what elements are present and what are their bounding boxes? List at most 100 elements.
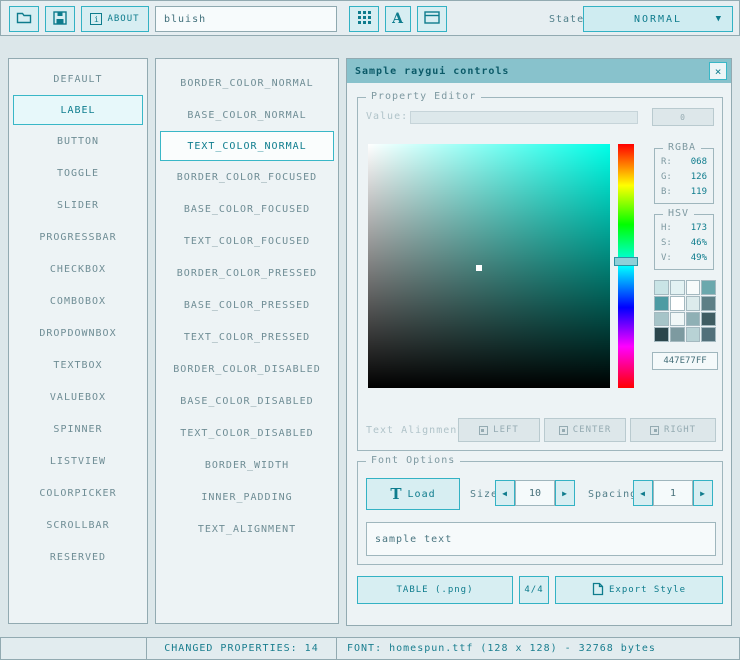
palette-swatch[interactable] xyxy=(670,327,685,342)
palette-swatch[interactable] xyxy=(701,296,716,311)
rgba-row-g: G: 126 xyxy=(655,170,713,185)
export-style-button[interactable]: Export Style xyxy=(555,576,723,604)
control-item-checkbox[interactable]: CHECKBOX xyxy=(9,253,147,285)
hsv-row-h: H: 173 xyxy=(655,221,713,236)
palette-swatch[interactable] xyxy=(686,280,701,295)
style-table-view-button[interactable] xyxy=(349,6,379,32)
palette-swatch[interactable] xyxy=(654,296,669,311)
state-dropdown[interactable]: NORMAL ▼ xyxy=(583,6,733,32)
align-right-icon xyxy=(650,426,659,435)
grid-icon xyxy=(358,11,371,27)
hsv-v-value: 49% xyxy=(691,251,707,266)
hsv-h-label: H: xyxy=(661,221,672,236)
control-item-dropdownbox[interactable]: DROPDOWNBOX xyxy=(9,317,147,349)
page-indicator-button[interactable]: 4/4 xyxy=(519,576,549,604)
hsv-s-value: 46% xyxy=(691,236,707,251)
page-indicator-label: 4/4 xyxy=(524,585,543,595)
property-item[interactable]: INNER_PADDING xyxy=(156,481,338,513)
hex-value-box[interactable]: 447E77FF xyxy=(652,352,718,370)
color-picker-panel[interactable] xyxy=(368,144,610,388)
window-titlebar[interactable]: Sample raygui controls xyxy=(347,59,731,83)
property-item[interactable]: BASE_COLOR_DISABLED xyxy=(156,385,338,417)
export-table-png-button[interactable]: TABLE (.png) xyxy=(357,576,513,604)
palette-swatch[interactable] xyxy=(686,312,701,327)
open-file-button[interactable] xyxy=(9,6,39,32)
property-item[interactable]: BASE_COLOR_PRESSED xyxy=(156,289,338,321)
control-item-valuebox[interactable]: VALUEBOX xyxy=(9,381,147,413)
hsv-row-v: V: 49% xyxy=(655,251,713,266)
align-center-button[interactable]: CENTER xyxy=(544,418,626,442)
value-slider[interactable] xyxy=(410,111,638,124)
palette-swatch[interactable] xyxy=(701,280,716,295)
palette-swatch[interactable] xyxy=(670,296,685,311)
font-spacing-value[interactable]: 1 xyxy=(653,480,693,506)
font-load-button[interactable]: T Load xyxy=(366,478,460,510)
color-cursor[interactable] xyxy=(476,265,482,271)
control-item-colorpicker[interactable]: COLORPICKER xyxy=(9,477,147,509)
property-item[interactable]: BORDER_COLOR_DISABLED xyxy=(156,353,338,385)
property-item[interactable]: BORDER_COLOR_PRESSED xyxy=(156,257,338,289)
property-item-selected[interactable]: TEXT_COLOR_NORMAL xyxy=(160,131,334,161)
hsv-group-label: HSV xyxy=(663,208,694,219)
palette-swatch[interactable] xyxy=(670,312,685,327)
font-spacing-increase-button[interactable]: ▶ xyxy=(693,480,713,506)
hue-slider-handle[interactable] xyxy=(614,257,638,266)
control-item-combobox[interactable]: COMBOBOX xyxy=(9,285,147,317)
font-T-icon: T xyxy=(390,485,402,503)
control-item-listview[interactable]: LISTVIEW xyxy=(9,445,147,477)
font-size-decrease-button[interactable]: ◀ xyxy=(495,480,515,506)
property-item[interactable]: TEXT_COLOR_PRESSED xyxy=(156,321,338,353)
palette-swatch[interactable] xyxy=(686,327,701,342)
control-item-reserved[interactable]: RESERVED xyxy=(9,541,147,573)
control-item-label-selected[interactable]: LABEL xyxy=(13,95,143,125)
value-label: Value: xyxy=(366,111,408,122)
control-item-scrollbar[interactable]: SCROLLBAR xyxy=(9,509,147,541)
close-window-button[interactable]: × xyxy=(709,62,727,80)
align-right-button[interactable]: RIGHT xyxy=(630,418,716,442)
about-button[interactable]: i ABOUT xyxy=(81,6,149,32)
value-button[interactable]: 0 xyxy=(652,108,714,126)
property-item[interactable]: BORDER_COLOR_NORMAL xyxy=(156,67,338,99)
align-left-icon xyxy=(479,426,488,435)
control-item-spinner[interactable]: SPINNER xyxy=(9,413,147,445)
palette-swatch[interactable] xyxy=(686,296,701,311)
property-item[interactable]: BASE_COLOR_FOCUSED xyxy=(156,193,338,225)
property-item[interactable]: BASE_COLOR_NORMAL xyxy=(156,99,338,131)
property-item[interactable]: TEXT_ALIGNMENT xyxy=(156,513,338,545)
control-item-textbox[interactable]: TEXTBOX xyxy=(9,349,147,381)
property-editor-group-label: Property Editor xyxy=(366,91,481,102)
export-style-label: Export Style xyxy=(609,585,686,595)
font-options-group: Font Options T Load Size: ◀ 10 ▶ Spacing… xyxy=(357,461,723,565)
property-item[interactable]: TEXT_COLOR_FOCUSED xyxy=(156,225,338,257)
property-item[interactable]: BORDER_COLOR_FOCUSED xyxy=(156,161,338,193)
window-icon xyxy=(424,11,440,27)
sample-text-input[interactable] xyxy=(366,522,716,556)
control-item-default[interactable]: DEFAULT xyxy=(9,63,147,95)
arrow-right-icon: ▶ xyxy=(562,489,568,498)
control-item-toggle[interactable]: TOGGLE xyxy=(9,157,147,189)
save-file-button[interactable] xyxy=(45,6,75,32)
font-size-increase-button[interactable]: ▶ xyxy=(555,480,575,506)
property-item[interactable]: TEXT_COLOR_DISABLED xyxy=(156,417,338,449)
palette-swatch[interactable] xyxy=(654,280,669,295)
rgba-g-value: 126 xyxy=(691,170,707,185)
palette-swatch[interactable] xyxy=(670,280,685,295)
palette-swatch[interactable] xyxy=(701,312,716,327)
style-palette xyxy=(654,280,716,342)
control-item-button[interactable]: BUTTON xyxy=(9,125,147,157)
control-preview-button[interactable] xyxy=(417,6,447,32)
control-item-progressbar[interactable]: PROGRESSBAR xyxy=(9,221,147,253)
font-spacing-decrease-button[interactable]: ◀ xyxy=(633,480,653,506)
font-settings-button[interactable]: A xyxy=(385,6,411,32)
property-item[interactable]: BORDER_WIDTH xyxy=(156,449,338,481)
style-name-input[interactable] xyxy=(155,6,337,32)
align-left-button[interactable]: LEFT xyxy=(458,418,540,442)
control-item-slider[interactable]: SLIDER xyxy=(9,189,147,221)
font-options-group-label: Font Options xyxy=(366,455,460,466)
export-file-icon xyxy=(592,582,604,599)
palette-swatch[interactable] xyxy=(654,312,669,327)
palette-swatch[interactable] xyxy=(701,327,716,342)
palette-swatch[interactable] xyxy=(654,327,669,342)
rgba-r-value: 068 xyxy=(691,155,707,170)
font-size-value[interactable]: 10 xyxy=(515,480,555,506)
